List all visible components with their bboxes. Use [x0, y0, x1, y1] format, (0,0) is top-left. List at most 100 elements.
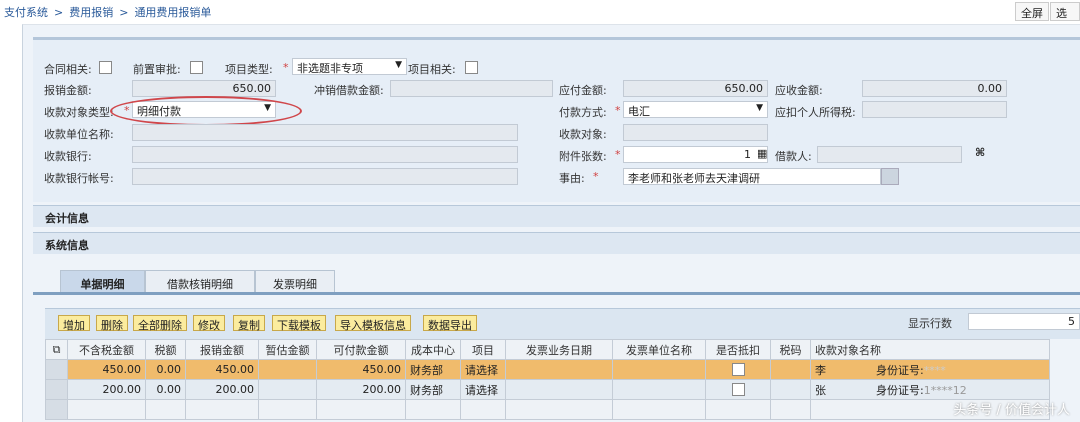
payee-cell: 张 身份证号:1****12 [810, 379, 1050, 400]
required-mark: * [615, 148, 621, 161]
cell [505, 359, 613, 380]
table-header-row: ⧉ 不含税金额 税额 报销金额 暂估金额 可付款金额 成本中心 项目 发票业务日… [45, 339, 1050, 360]
breadcrumb-current: 通用费用报销单 [134, 6, 212, 19]
income-tax-field [862, 101, 1007, 118]
table-row[interactable]: 450.00 0.00 450.00 450.00 财务部 请选择 李 身份证号:… [45, 359, 1050, 380]
borrower-label: 借款人: [775, 150, 812, 163]
delete-button[interactable]: 删除 [96, 315, 128, 332]
textarea-scroll-icon[interactable] [881, 168, 899, 185]
payee-unit-label: 收款单位名称: [44, 128, 114, 141]
project-type-select[interactable]: 非选题非专项 ▼ [292, 58, 407, 75]
delete-all-button[interactable]: 全部删除 [133, 315, 187, 332]
bank-label: 收款银行: [44, 150, 92, 163]
cell: 450.00 [185, 359, 259, 380]
contract-related-checkbox[interactable] [99, 61, 112, 74]
id-number: **** [923, 363, 946, 377]
watermark: 头条号 / 价值会计人 [953, 403, 1070, 418]
payee-label: 收款对象: [559, 128, 607, 141]
chevron-down-icon: ▼ [756, 103, 763, 113]
column-header[interactable]: 是否抵扣 [705, 339, 771, 360]
cell [770, 379, 811, 400]
payment-method-label: 付款方式: [559, 106, 607, 119]
project-related-label: 项目相关: [408, 63, 456, 76]
select-all-icon[interactable]: ⧉ [45, 339, 68, 360]
calculator-icon[interactable]: ▦ [757, 147, 767, 160]
fullscreen-button[interactable]: 全屏 [1015, 2, 1049, 21]
breadcrumb-sep: > [54, 6, 64, 19]
required-mark: * [615, 104, 621, 117]
payee-name: 李 [815, 363, 826, 377]
payment-method-select[interactable]: 电汇 ▼ [623, 101, 768, 118]
options-button[interactable]: 选项 [1050, 2, 1080, 36]
receivable-label: 应收金额: [775, 84, 823, 97]
table-row[interactable]: 200.00 0.00 200.00 200.00 财务部 请选择 张 身份证号:… [45, 379, 1050, 400]
download-template-button[interactable]: 下载模板 [272, 315, 326, 332]
payable-field: 650.00 [623, 80, 768, 97]
binoculars-search-icon[interactable]: ⌘ [975, 146, 985, 159]
cell: 0.00 [145, 359, 186, 380]
reimburse-amount-field: 650.00 [132, 80, 276, 97]
id-label: 身份证号: [876, 383, 924, 397]
edit-button[interactable]: 修改 [193, 315, 225, 332]
row-selector[interactable] [45, 379, 68, 400]
column-header[interactable]: 成本中心 [405, 339, 461, 360]
cell [770, 359, 811, 380]
chevron-down-icon: ▼ [395, 60, 402, 70]
project-select[interactable]: 请选择 [460, 359, 506, 380]
project-related-checkbox[interactable] [465, 61, 478, 74]
offset-loan-field [390, 80, 553, 97]
breadcrumb: 支付系统 > 费用报销 > 通用费用报销单 [4, 4, 217, 20]
cell [258, 379, 317, 400]
column-header[interactable]: 税码 [770, 339, 811, 360]
column-header[interactable]: 暂估金额 [258, 339, 317, 360]
import-template-button[interactable]: 导入模板信息 [335, 315, 411, 332]
highlight-annotation [110, 96, 302, 126]
row-selector[interactable] [45, 359, 68, 380]
rows-count-input[interactable]: 5 [968, 313, 1080, 330]
offset-loan-label: 冲销借款金额: [314, 84, 384, 97]
tab-loan-offset-details[interactable]: 借款核销明细 [145, 270, 255, 293]
column-header[interactable]: 不含税金额 [67, 339, 146, 360]
borrower-field [817, 146, 962, 163]
column-header[interactable]: 发票单位名称 [612, 339, 706, 360]
row-selector[interactable] [45, 399, 68, 420]
rows-label: 显示行数 [908, 317, 952, 330]
cell [612, 379, 706, 400]
section-system-info[interactable]: 系统信息 [33, 232, 1080, 254]
reason-label: 事由: [559, 172, 585, 185]
export-data-button[interactable]: 数据导出 [423, 315, 477, 332]
required-mark: * [593, 170, 599, 183]
reimburse-amount-label: 报销金额: [44, 84, 92, 97]
add-button[interactable]: 增加 [58, 315, 90, 332]
deductible-checkbox[interactable] [731, 383, 745, 397]
column-header[interactable]: 可付款金额 [316, 339, 406, 360]
column-header[interactable]: 发票业务日期 [505, 339, 613, 360]
reason-textarea[interactable]: 李老师和张老师去天津调研 [623, 168, 881, 185]
id-label: 身份证号: [876, 363, 924, 377]
section-accounting-info[interactable]: 会计信息 [33, 205, 1080, 227]
breadcrumb-link[interactable]: 支付系统 [4, 6, 48, 19]
column-header[interactable]: 项目 [460, 339, 506, 360]
breadcrumb-sep: > [119, 6, 129, 19]
column-header[interactable]: 税额 [145, 339, 186, 360]
deductible-cell [705, 379, 771, 400]
detail-table: ⧉ 不含税金额 税额 报销金额 暂估金额 可付款金额 成本中心 项目 发票业务日… [45, 339, 1050, 420]
id-number: 1****12 [923, 383, 967, 397]
project-select[interactable]: 请选择 [460, 379, 506, 400]
tab-invoice-details[interactable]: 发票明细 [255, 270, 335, 293]
table-row[interactable] [45, 399, 1050, 420]
cell [258, 359, 317, 380]
pre-approval-checkbox[interactable] [190, 61, 203, 74]
breadcrumb-link[interactable]: 费用报销 [69, 6, 113, 19]
column-header[interactable]: 报销金额 [185, 339, 259, 360]
copy-button[interactable]: 复制 [233, 315, 265, 332]
deductible-cell [705, 359, 771, 380]
attachments-field[interactable]: 1 [623, 146, 768, 163]
cell: 财务部 [405, 379, 461, 400]
income-tax-label: 应扣个人所得税: [775, 106, 856, 119]
tab-document-details[interactable]: 单据明细 [60, 270, 145, 293]
payee-cell: 李 身份证号:**** [810, 359, 1050, 380]
cell: 450.00 [67, 359, 146, 380]
deductible-checkbox[interactable] [731, 363, 745, 377]
column-header[interactable]: 收款对象名称 [810, 339, 1050, 360]
